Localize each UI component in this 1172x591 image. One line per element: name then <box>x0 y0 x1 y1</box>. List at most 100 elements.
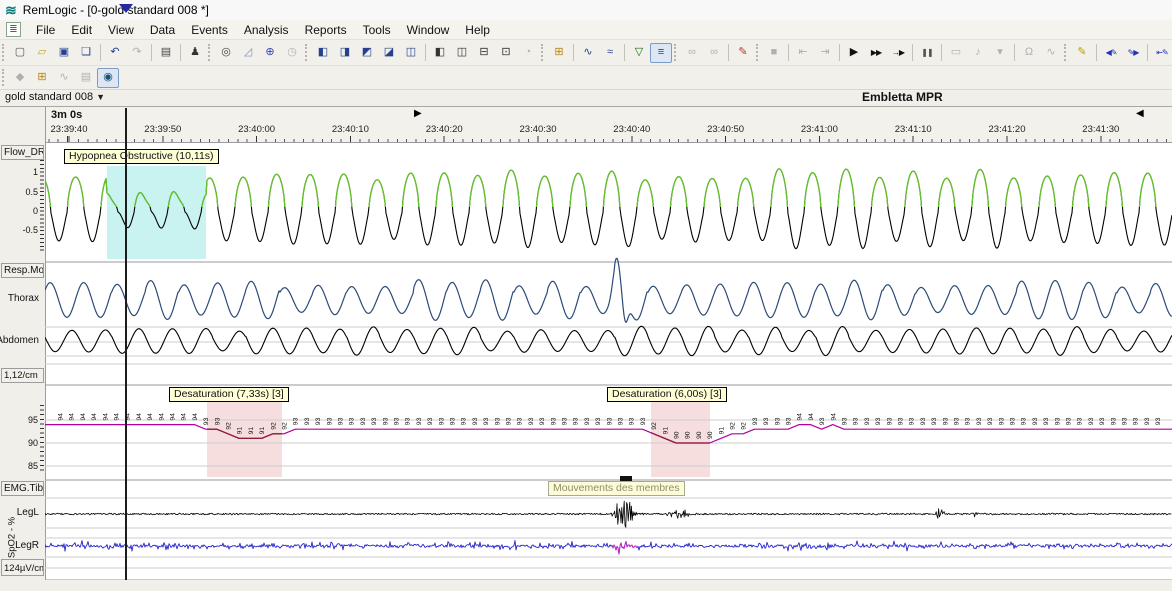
app-logo-icon: ≋ <box>5 3 17 17</box>
next-event-button[interactable]: ✎▶ <box>1122 43 1144 63</box>
flow-scale-ruler <box>40 160 44 252</box>
insert-event-button[interactable]: ✎ <box>1071 43 1093 63</box>
print-button[interactable]: ▤ <box>155 43 177 63</box>
svg-text:93: 93 <box>1054 417 1061 425</box>
svg-text:93: 93 <box>1088 417 1095 425</box>
new-page-icon: ⊞ <box>37 72 46 83</box>
first-event-button[interactable]: ⇤✎ <box>1151 43 1172 63</box>
svg-text:92: 92 <box>741 422 748 430</box>
svg-text:92: 92 <box>730 422 737 430</box>
pause-button[interactable]: ❚❚ <box>916 43 938 63</box>
svg-text:93: 93 <box>920 417 927 425</box>
svg-text:93: 93 <box>394 417 401 425</box>
sheet-selector[interactable]: gold standard 008 ▼ <box>5 91 105 103</box>
patient-button[interactable]: ♟ <box>184 43 206 63</box>
pane-left-icon: ◧ <box>435 47 445 58</box>
pane-dropdown-button[interactable]: ⊡ <box>495 43 517 63</box>
toolbar-row-2: ◆⊞∿▤◉ <box>0 66 1172 90</box>
play-to-end-button[interactable]: →▶ <box>887 43 909 63</box>
document-icon[interactable]: ≣ <box>6 22 21 37</box>
channel-resp-group-label[interactable]: Resp.Mo... <box>1 263 44 278</box>
channel-abdomen-label[interactable]: Abdomen <box>0 335 39 346</box>
event-marker-button[interactable]: ✎ <box>732 43 754 63</box>
biocal-icon: ∿ <box>1046 47 1055 58</box>
menu-reports[interactable]: Reports <box>297 21 355 39</box>
fast-forward-button[interactable]: ▶▶ <box>865 43 887 63</box>
filter-button[interactable]: ▽ <box>628 43 650 63</box>
signal-split-button[interactable]: ≈ <box>599 43 621 63</box>
pane-left-button[interactable]: ◧ <box>429 43 451 63</box>
undo-button[interactable]: ↶ <box>104 43 126 63</box>
svg-text:93: 93 <box>1144 417 1151 425</box>
montage-edit-button[interactable]: ◨ <box>334 43 356 63</box>
toolbar-handle <box>305 44 308 61</box>
new-page-button[interactable]: ⊞ <box>31 68 53 88</box>
crosshair-button[interactable]: ⊕ <box>259 43 281 63</box>
montage-open-button[interactable]: ◧ <box>312 43 334 63</box>
crosshair-icon: ⊕ <box>265 47 274 58</box>
menu-view[interactable]: View <box>100 21 142 39</box>
add-signal-sheet-button[interactable]: ⊞ <box>548 43 570 63</box>
copy-button[interactable]: ❏ <box>75 43 97 63</box>
scale-settings-button[interactable]: ≡ <box>650 43 672 63</box>
signal-amplitude-button[interactable]: ∿ <box>577 43 599 63</box>
channel-legl-label[interactable]: LegL <box>17 507 39 518</box>
svg-text:94: 94 <box>58 413 65 421</box>
montage-copy-button[interactable]: ◩ <box>356 43 378 63</box>
open-folder-button[interactable]: ▱ <box>31 43 53 63</box>
audio-note-icon: ♪ <box>975 47 981 58</box>
page-end-marker-icon[interactable]: ◀ <box>1136 108 1144 119</box>
svg-text:93: 93 <box>573 417 580 425</box>
new-document-button[interactable]: ▢ <box>9 43 31 63</box>
svg-text:93: 93 <box>886 417 893 425</box>
toolbar-separator <box>728 44 729 61</box>
event-desaturation1-box[interactable]: Desaturation (7,33s) [3] <box>169 387 289 402</box>
svg-text:91: 91 <box>259 427 266 435</box>
channel-flow-label[interactable]: Flow_DR <box>1 145 44 160</box>
zoom-button[interactable]: ◎ <box>215 43 237 63</box>
event-limb-movement-box[interactable]: Mouvements des membres <box>548 481 685 496</box>
svg-text:93: 93 <box>405 417 412 425</box>
toolbar-handle <box>756 44 759 61</box>
pane-horizontal-split-icon: ⊟ <box>479 47 488 58</box>
cursor-position-marker-icon[interactable] <box>119 4 133 13</box>
impedance-icon: Ω <box>1025 47 1033 58</box>
zoom-icon: ◎ <box>221 47 231 58</box>
svg-text:93: 93 <box>438 417 445 425</box>
copy-icon: ❏ <box>81 47 91 58</box>
toolbar-handle <box>541 44 544 61</box>
play-button[interactable]: ▶ <box>843 43 865 63</box>
montage-new-button[interactable]: ◪ <box>378 43 400 63</box>
channel-emg-group-label[interactable]: EMG.Tibi... <box>1 481 44 496</box>
svg-text:93: 93 <box>1122 417 1129 425</box>
page-forward-marker-icon[interactable]: ▶ <box>414 108 422 119</box>
pane-horizontal-split-button[interactable]: ⊟ <box>473 43 495 63</box>
menu-analysis[interactable]: Analysis <box>236 21 297 39</box>
menu-help[interactable]: Help <box>457 21 498 39</box>
montage-view-button[interactable]: ◫ <box>400 43 422 63</box>
pane-vertical-split-button[interactable]: ◫ <box>451 43 473 63</box>
menu-file[interactable]: File <box>28 21 63 39</box>
svg-text:93: 93 <box>629 417 636 425</box>
menu-edit[interactable]: Edit <box>63 21 100 39</box>
menu-data[interactable]: Data <box>142 21 183 39</box>
measure-button[interactable]: ◿ <box>237 43 259 63</box>
time-header[interactable]: 3m 0s 23:39:4023:39:5023:40:0023:40:1023… <box>45 107 1172 143</box>
event-desaturation2-box[interactable]: Desaturation (6,00s) [3] <box>607 387 727 402</box>
svg-text:93: 93 <box>786 417 793 425</box>
menu-events[interactable]: Events <box>183 21 236 39</box>
previous-event-button[interactable]: ◀✎ <box>1100 43 1122 63</box>
time-cursor[interactable] <box>125 108 127 580</box>
channel-thorax-label[interactable]: Thorax <box>8 293 39 304</box>
menu-window[interactable]: Window <box>399 21 458 39</box>
channel-legr-label[interactable]: LegR <box>15 540 39 551</box>
toggle-event-display-button[interactable]: ◉ <box>97 68 119 88</box>
time-tick-label: 23:40:20 <box>414 124 474 135</box>
time-tick-label: 23:40:30 <box>508 124 568 135</box>
svg-text:93: 93 <box>315 417 322 425</box>
save-button[interactable]: ▣ <box>53 43 75 63</box>
save-icon: ▣ <box>59 47 69 58</box>
menu-tools[interactable]: Tools <box>355 21 399 39</box>
svg-text:93: 93 <box>1133 417 1140 425</box>
event-hypopnea-box[interactable]: Hypopnea Obstructive (10,11s) <box>64 149 219 164</box>
